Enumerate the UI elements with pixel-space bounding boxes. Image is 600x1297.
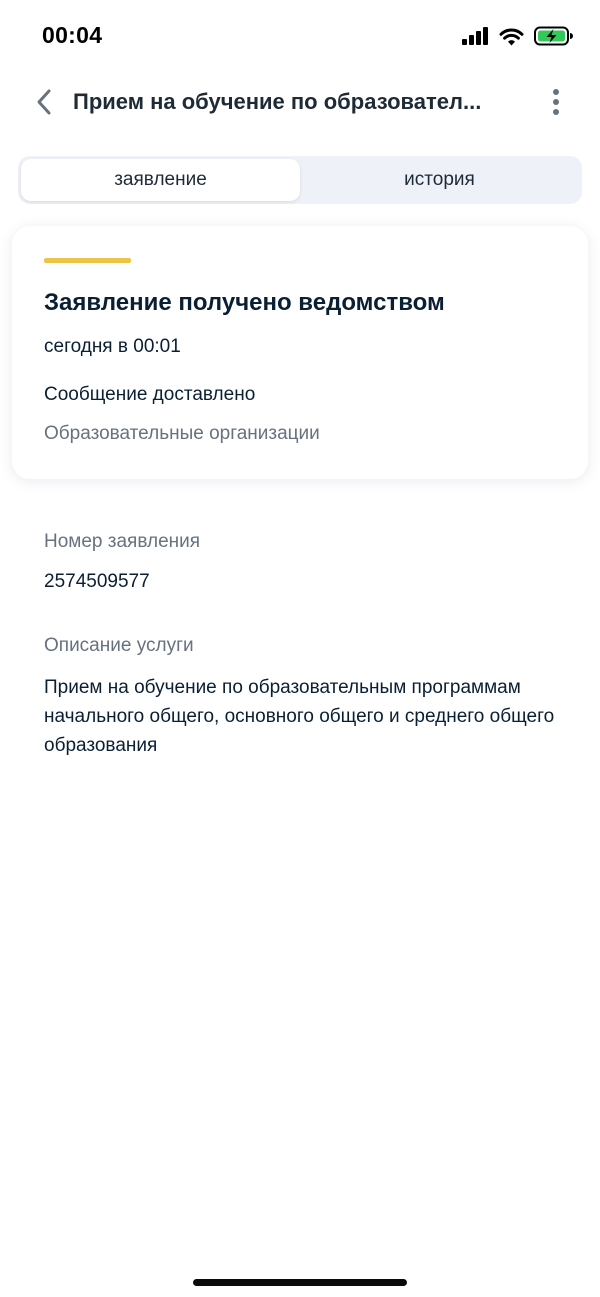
tab-history[interactable]: история xyxy=(300,159,579,201)
status-card: Заявление получено ведомством сегодня в … xyxy=(12,226,588,479)
chevron-left-icon xyxy=(37,89,51,115)
battery-charging-icon xyxy=(534,26,573,46)
more-vertical-icon xyxy=(553,89,559,115)
status-accent-bar xyxy=(44,258,131,263)
status-date: сегодня в 00:01 xyxy=(44,336,181,357)
more-options-button[interactable] xyxy=(540,84,572,120)
service-description-label: Описание услуги xyxy=(44,635,194,656)
home-indicator[interactable] xyxy=(193,1279,407,1286)
application-number-value: 2574509577 xyxy=(44,571,150,592)
tab-application[interactable]: заявление xyxy=(21,159,300,201)
back-button[interactable] xyxy=(26,84,62,120)
status-icons xyxy=(462,24,574,48)
header: Прием на обучение по образовател... xyxy=(0,72,600,132)
tab-bar: заявление история xyxy=(18,156,582,204)
status-title: Заявление получено ведомством xyxy=(44,289,445,316)
status-message: Сообщение доставлено xyxy=(44,384,256,405)
status-organization: Образовательные организации xyxy=(44,423,320,444)
cellular-signal-icon xyxy=(462,27,488,45)
app-screen: 00:04 Прием на обучение по образовател..… xyxy=(0,0,600,1297)
wifi-icon xyxy=(499,28,524,45)
status-time: 00:04 xyxy=(42,22,103,48)
application-number-label: Номер заявления xyxy=(44,531,201,552)
status-bar: 00:04 xyxy=(0,0,600,72)
service-description-value: Прием на обучение по образовательным про… xyxy=(44,677,555,756)
page-title: Прием на обучение по образовател... xyxy=(73,89,482,114)
